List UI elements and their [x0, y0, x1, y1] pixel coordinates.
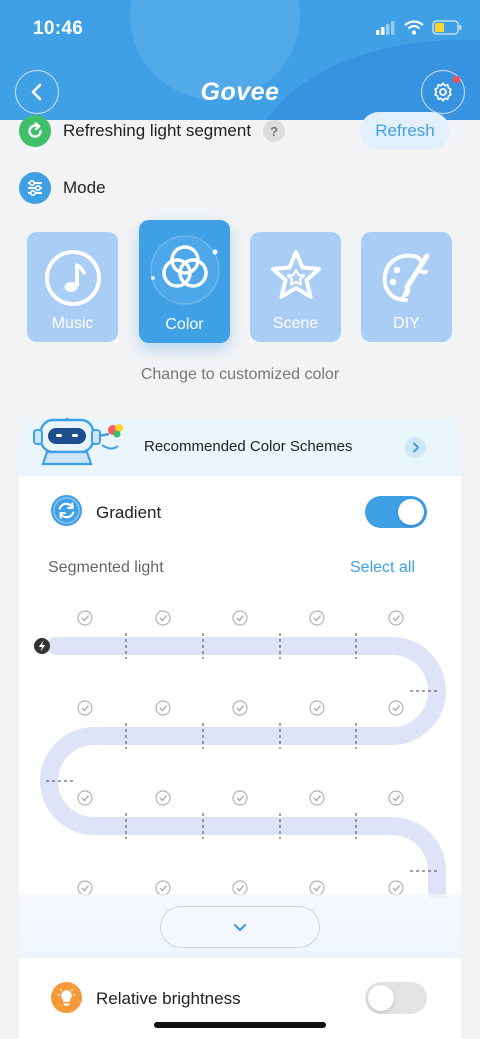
settings-button[interactable]	[421, 70, 465, 114]
sliders-icon	[19, 172, 51, 204]
refresh-segment-label: Refreshing light segment	[63, 121, 252, 140]
toggle-knob	[398, 499, 424, 525]
color-panel: Recommended Color Schemes Gradient Segme…	[19, 418, 461, 1039]
segmented-light-strip[interactable]	[19, 598, 461, 898]
mode-tile-diy[interactable]: DIY	[361, 232, 452, 342]
refresh-button[interactable]: Refresh	[360, 112, 450, 150]
mode-tile-scene[interactable]: Scene	[250, 232, 341, 342]
relative-brightness-toggle[interactable]	[365, 982, 427, 1014]
gradient-icon	[51, 495, 82, 531]
mode-title: Mode	[63, 178, 106, 197]
mode-tile-music[interactable]: Music	[27, 232, 118, 342]
mode-tile-label: Color	[165, 316, 204, 333]
mode-tile-label: DIY	[393, 315, 420, 332]
status-icons	[376, 20, 462, 35]
refresh-icon	[19, 115, 51, 147]
wifi-icon	[404, 20, 424, 35]
recommended-color-schemes-label: Recommended Color Schemes	[144, 438, 353, 455]
refresh-segment-row: Refreshing light segment ?	[19, 115, 286, 147]
music-note-icon	[44, 250, 101, 306]
segmented-light-label: Segmented light	[48, 559, 164, 576]
expand-button[interactable]	[160, 906, 320, 948]
home-indicator	[154, 1022, 326, 1028]
mode-header: Mode	[19, 172, 106, 204]
mode-caption: Change to customized color	[140, 366, 340, 383]
status-time: 10:46	[33, 18, 84, 39]
signal-icon	[376, 20, 395, 35]
lightbulb-icon	[51, 982, 82, 1018]
help-icon[interactable]: ?	[263, 120, 286, 142]
brand-logo: Govee	[200, 78, 280, 106]
chevron-down-icon	[233, 923, 247, 931]
mode-tile-color[interactable]: Color	[139, 220, 230, 343]
mode-tile-label: Scene	[272, 315, 319, 332]
mode-tile-label: Music	[51, 315, 94, 332]
app-header: 10:46 Govee	[0, 0, 480, 120]
notification-dot	[453, 76, 460, 83]
gear-icon	[434, 82, 452, 102]
toggle-knob	[368, 985, 394, 1011]
select-all-link[interactable]: Select all	[350, 559, 415, 577]
star-icon	[270, 250, 321, 299]
banner-chevron-right-icon[interactable]	[405, 437, 426, 458]
relative-brightness-label: Relative brightness	[96, 989, 241, 1008]
color-circles-icon	[150, 235, 219, 305]
robot-mascot-icon	[33, 418, 123, 466]
gradient-toggle[interactable]	[365, 496, 427, 528]
gradient-label: Gradient	[96, 503, 162, 522]
battery-icon	[432, 20, 462, 35]
palette-brush-icon	[382, 253, 429, 302]
